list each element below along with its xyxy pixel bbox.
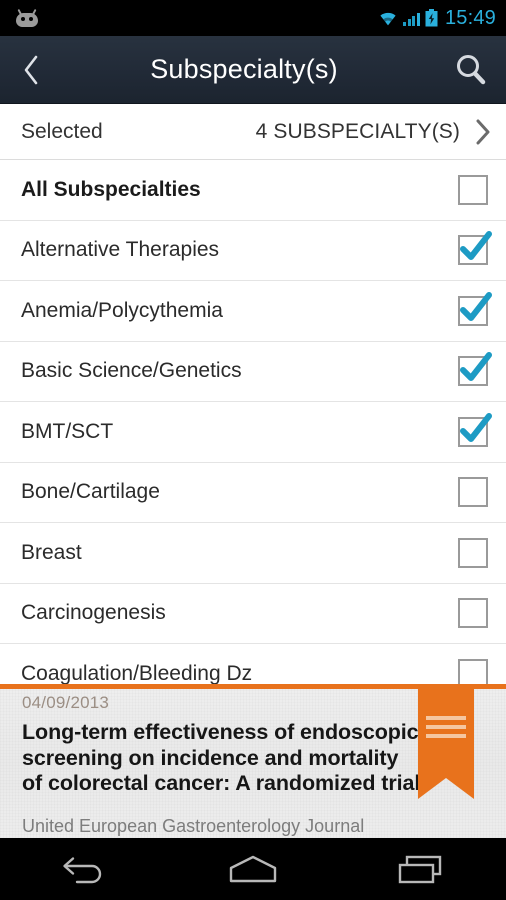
checkmark-icon (460, 291, 492, 321)
system-navigation-bar (0, 838, 506, 900)
list-item-label: Breast (21, 540, 82, 564)
selected-label: Selected (21, 119, 103, 143)
list-item-label: Coagulation/Bleeding Dz (21, 661, 253, 685)
list-item-label: Carcinogenesis (21, 601, 166, 625)
list-item-checkbox[interactable] (458, 477, 488, 508)
list-item-label: BMT/SCT (21, 419, 114, 443)
list-item-checkbox[interactable] (458, 598, 488, 629)
search-button[interactable] (436, 36, 506, 104)
list-item[interactable]: Anemia/Polycythemia (0, 281, 506, 342)
list-item-checkbox[interactable] (458, 231, 492, 266)
checkbox-box (458, 598, 488, 629)
nav-back-icon (63, 857, 102, 884)
selected-count-value: 4 SUBSPECIALTY(S) (255, 119, 460, 143)
list-item-label: Alternative Therapies (21, 238, 220, 262)
list-item[interactable]: Basic Science/Genetics (0, 341, 506, 402)
status-bar: 15:49 (0, 0, 506, 36)
nav-home-icon (229, 855, 277, 883)
back-chevron-icon (24, 55, 38, 84)
list-item-checkbox[interactable] (458, 537, 488, 568)
list-item[interactable]: Bone/Cartilage (0, 462, 506, 523)
status-bar-clock: 15:49 (444, 7, 496, 29)
article-title: Long-term effectiveness of endoscopic sc… (22, 720, 421, 795)
selected-summary-row[interactable]: Selected 4 SUBSPECIALTY(S) (0, 104, 506, 160)
chevron-right-icon (460, 117, 506, 147)
checkbox-box (458, 537, 488, 568)
list-item[interactable]: All Subspecialties (0, 160, 506, 221)
nav-recents-button[interactable] (337, 838, 506, 900)
list-item[interactable]: Alternative Therapies (0, 220, 506, 281)
article-journal: United European Gastroenterology Journal (22, 816, 365, 836)
status-bar-system-icons: 15:49 (378, 8, 506, 28)
search-icon (457, 54, 486, 84)
list-item-checkbox[interactable] (458, 352, 492, 387)
nav-home-button[interactable] (169, 838, 338, 900)
checkmark-icon (460, 412, 492, 442)
battery-charging-icon (425, 9, 438, 27)
list-item-label: Anemia/Polycythemia (21, 298, 223, 322)
page-title: Subspecialty(s) (150, 54, 338, 84)
article-banner[interactable]: 04/09/2013 Long-term effectiveness of en… (0, 684, 506, 838)
list-item-label: Bone/Cartilage (21, 480, 160, 504)
checkbox-box (458, 477, 488, 508)
list-item-checkbox[interactable] (458, 412, 492, 447)
cellular-signal-icon (403, 10, 420, 26)
list-item-checkbox[interactable] (458, 174, 488, 205)
action-bar: Subspecialty(s) (0, 36, 506, 104)
list-item[interactable]: Carcinogenesis (0, 583, 506, 644)
nav-back-button[interactable] (0, 838, 169, 900)
wifi-icon (380, 12, 397, 26)
list-item-label: All Subspecialties (21, 177, 201, 201)
status-bar-notifications (0, 8, 40, 27)
list-item[interactable]: BMT/SCT (0, 402, 506, 463)
checkbox-box (458, 174, 488, 205)
list-item-checkbox[interactable] (458, 291, 492, 326)
android-jellybean-face-icon (14, 8, 40, 27)
android-device-screen: 15:49 Subspecialty(s) Selected 4 SUBSPEC… (0, 0, 506, 900)
list-item[interactable]: Breast (0, 523, 506, 584)
checkmark-icon (460, 231, 492, 261)
article-date: 04/09/2013 (22, 693, 110, 712)
nav-recents-icon (398, 855, 441, 884)
checkmark-icon (460, 352, 492, 382)
list-item-label: Basic Science/Genetics (21, 359, 242, 383)
bookmark-ribbon-icon[interactable] (418, 684, 474, 799)
